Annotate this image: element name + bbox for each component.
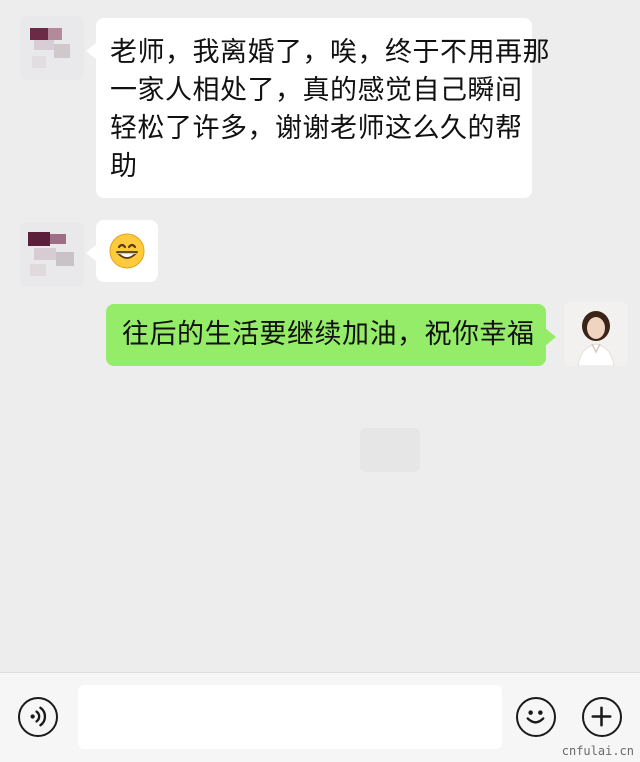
chat-message-list: 老师，我离婚了，唉，终于不用再那 一家人相处了，真的感觉自己瞬间 轻松了许多，谢… [0,0,640,672]
message-bubble-outgoing[interactable]: 往后的生活要继续加油，祝你幸福 [106,304,556,366]
message-bubble-incoming-emoji[interactable] [86,220,158,282]
message-text: 往后的生活要继续加油，祝你幸福 [122,319,535,350]
watermark: cnfulai.cn [561,744,634,758]
contact-avatar[interactable] [20,222,84,286]
user-avatar[interactable] [564,302,628,366]
plus-icon [591,706,612,727]
voice-button[interactable] [18,697,58,737]
message-line: 老师，我离婚了，唉，终于不用再那 [110,37,550,68]
more-button[interactable] [582,697,622,737]
contact-avatar[interactable] [20,16,84,80]
message-bubble-incoming[interactable]: 老师，我离婚了，唉，终于不用再那 一家人相处了，真的感觉自己瞬间 轻松了许多，谢… [86,18,550,198]
emoji-icon [526,710,545,724]
message-line: 助 [110,151,138,182]
message-line: 一家人相处了，真的感觉自己瞬间 [110,75,523,106]
voice-icon [30,706,47,727]
background-mark [360,428,420,472]
chat-input-bar: cnfulai.cn [0,672,640,762]
emoji-button[interactable] [516,697,556,737]
user-photo [564,302,628,366]
message-line: 轻松了许多，谢谢老师这么久的帮 [110,113,523,144]
message-input[interactable] [78,685,502,749]
grinning-emoji-icon [109,233,145,269]
